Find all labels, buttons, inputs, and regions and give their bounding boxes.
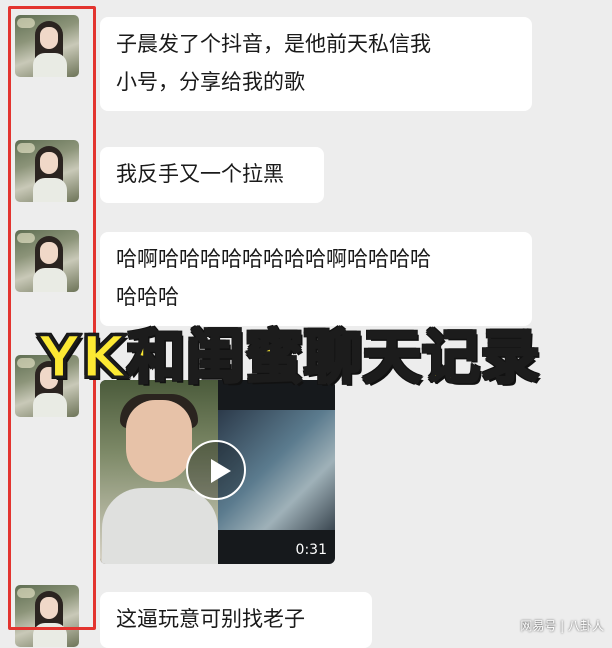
video-duration: 0:31	[295, 542, 327, 558]
watermark: 网易号 | 八卦人	[520, 619, 604, 633]
avatar-highlight-box	[8, 6, 96, 630]
play-icon[interactable]	[186, 440, 246, 500]
video-message[interactable]: 0:31	[100, 380, 335, 564]
message-bubble[interactable]: 我反手又一个拉黑	[100, 147, 324, 203]
overlay-caption: YK和闺蜜聊天记录	[37, 322, 541, 393]
message-bubble[interactable]: 哈啊哈哈哈哈哈哈哈哈啊哈哈哈哈 哈哈哈	[100, 232, 532, 326]
message-bubble[interactable]: 子晨发了个抖音，是他前天私信我 小号，分享给我的歌	[100, 17, 532, 111]
